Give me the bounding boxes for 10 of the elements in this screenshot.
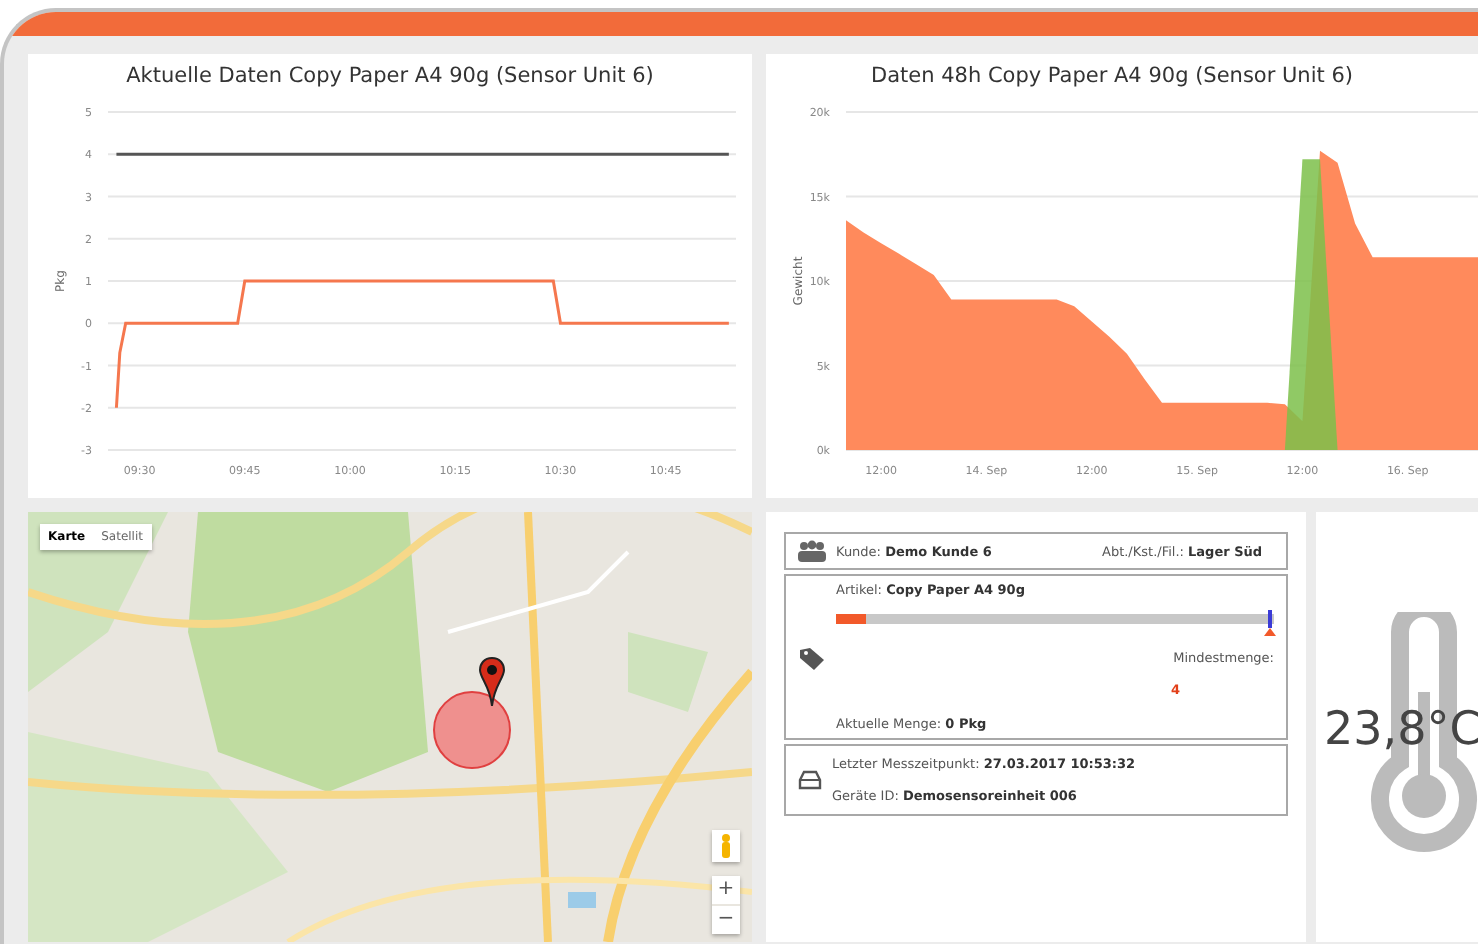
radius-circle bbox=[432, 690, 512, 770]
map-pin-icon[interactable] bbox=[478, 656, 506, 708]
zoom-in-button[interactable]: + bbox=[712, 876, 740, 904]
tags-icon bbox=[798, 645, 826, 669]
hard-drive-icon bbox=[798, 770, 822, 790]
arrow-icon bbox=[1263, 628, 1276, 636]
chart-title: Daten 48h Copy Paper A4 90g (Sensor Unit 6) bbox=[869, 62, 1355, 88]
people-icon bbox=[798, 540, 826, 562]
zoom-out-button[interactable]: − bbox=[712, 906, 740, 934]
chart-title: Aktuelle Daten Copy Paper A4 90g (Sensor Unit 6) bbox=[124, 62, 656, 88]
